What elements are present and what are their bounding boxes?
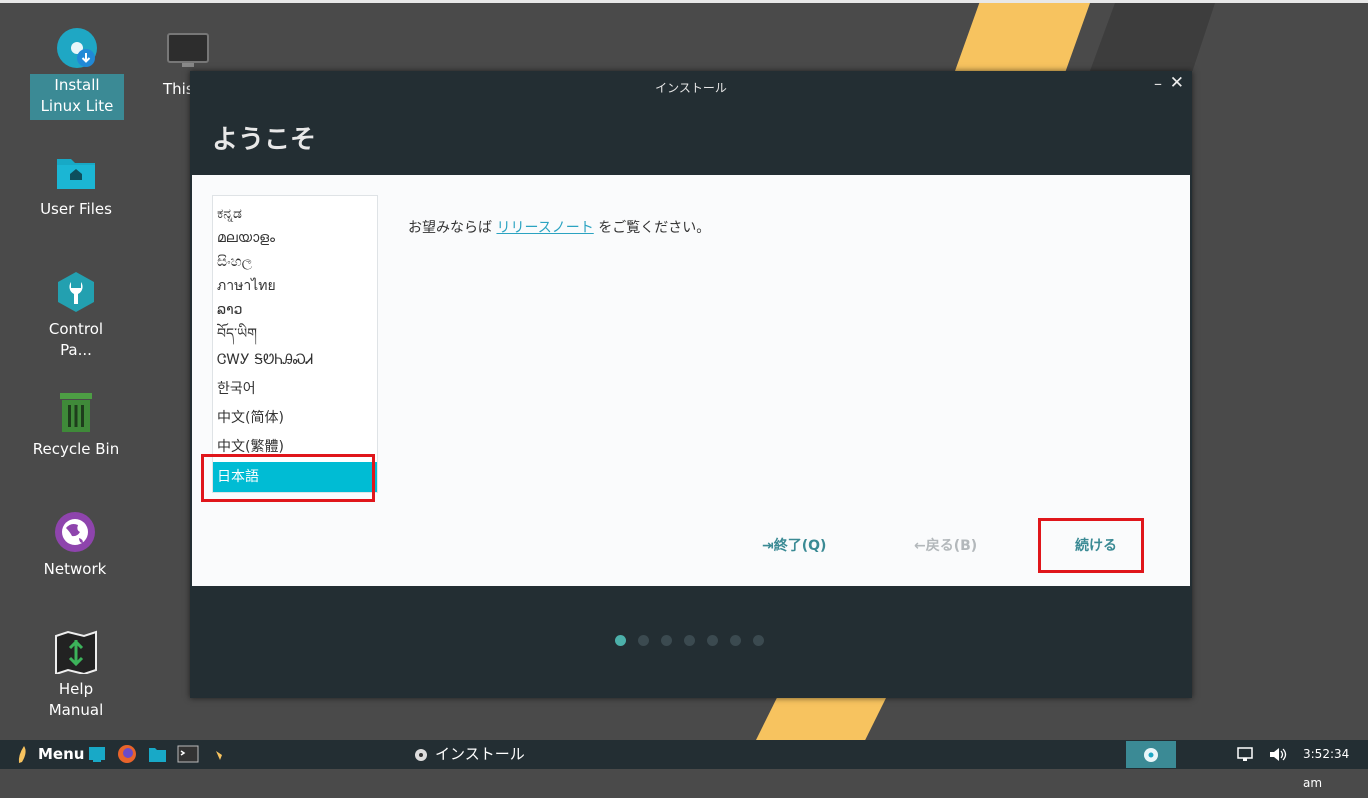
taskbar: Menu インストール 3:52:34 am	[0, 740, 1368, 790]
back-arrow-icon: ←	[914, 538, 926, 554]
monitor-icon	[167, 33, 209, 67]
quit-icon: ⇥	[762, 538, 774, 554]
notes-suffix: をご覧ください。	[598, 220, 711, 236]
desktop-icon-control-panel[interactable]: Control Pa...	[29, 270, 123, 364]
step-indicator	[615, 635, 764, 646]
notes-prefix: お望みならば	[408, 220, 492, 236]
clock: 3:52:34 am	[1303, 747, 1350, 790]
top-edge	[0, 0, 1368, 3]
home-folder-icon	[57, 159, 95, 189]
language-list[interactable]: ಕನ್ನಡ മലയാളം සිංහල ภาษาไทย ລາວ བོད་ཡིག Ꮳ…	[212, 195, 378, 493]
step-dot-active	[615, 635, 626, 646]
page-title: ようこそ	[212, 125, 317, 155]
terminal-icon[interactable]	[177, 745, 199, 763]
desktop-icon-label: Recycle Bin	[32, 440, 120, 458]
back-button[interactable]: ←戻る(B)	[914, 535, 977, 555]
language-item[interactable]: 한국어	[213, 375, 377, 404]
step-dot	[730, 635, 741, 646]
installer-tray-icon	[1144, 748, 1158, 762]
firefox-icon[interactable]	[117, 744, 137, 764]
volume-icon[interactable]	[1269, 747, 1287, 762]
language-item[interactable]: ภาษาไทย	[213, 274, 377, 298]
wallpaper-stripe	[955, 3, 1090, 71]
installer-task-icon	[415, 749, 427, 761]
taskbar-task-installer[interactable]: インストール	[435, 740, 525, 769]
language-item[interactable]: 中文(简体)	[213, 404, 377, 433]
help-map-icon	[55, 630, 97, 674]
highlight-box-continue	[1038, 518, 1144, 573]
file-manager-icon[interactable]	[148, 745, 167, 763]
desktop-icon-label: Install Linux Lite	[30, 74, 124, 120]
display-icon[interactable]	[1237, 747, 1253, 762]
desktop-icon-install[interactable]: Install Linux Lite	[30, 26, 124, 120]
desktop-icon-label: Control Pa...	[48, 320, 104, 359]
linux-lite-feather-icon[interactable]	[14, 745, 28, 764]
language-item[interactable]: ᏣᎳᎩ ᎦᏬᏂᎯᏍᏗ	[213, 346, 377, 375]
back-label: 戻る(B)	[925, 538, 978, 554]
step-dot	[638, 635, 649, 646]
desktop-icon-label: User Files	[40, 200, 112, 218]
trash-icon	[60, 393, 92, 432]
desktop-icon-label: Help Manual	[48, 680, 104, 719]
language-item[interactable]: සිංහල	[213, 250, 377, 274]
desktop-icon-help-manual[interactable]: Help Manual	[29, 630, 123, 724]
menu-button[interactable]: Menu	[38, 740, 84, 769]
tray-active-item[interactable]	[1126, 741, 1176, 768]
desktop-show-icon[interactable]	[88, 746, 106, 763]
updates-icon[interactable]	[214, 748, 228, 762]
close-button[interactable]: ✕	[1170, 73, 1184, 93]
content-pane: ಕನ್ನಡ മലയാളം සිංහල ภาษาไทย ລາວ བོད་ཡིག Ꮳ…	[192, 175, 1190, 586]
wallpaper-band	[1090, 3, 1215, 71]
minimize-button[interactable]: –	[1154, 74, 1162, 93]
wrench-gear-icon	[58, 272, 94, 312]
desktop-icon-label: Network	[43, 560, 107, 578]
desktop-icon-network[interactable]: Network	[28, 510, 122, 583]
quit-label: 終了(Q)	[773, 538, 827, 554]
quit-button[interactable]: ⇥終了(Q)	[762, 535, 826, 555]
release-notes-link[interactable]: リリースノート	[496, 220, 593, 236]
installer-window: インストール – ✕ ようこそ ಕನ್ನಡ മലയാളം සිංහල ภาษาไ…	[190, 71, 1192, 698]
highlight-box-language	[201, 454, 375, 502]
step-dot	[684, 635, 695, 646]
step-dot	[661, 635, 672, 646]
step-dot	[707, 635, 718, 646]
language-item[interactable]: മലയാളം	[213, 226, 377, 250]
wallpaper-stripe-bottom	[756, 698, 886, 740]
install-disc-icon	[57, 28, 97, 68]
language-item[interactable]: བོད་ཡིག	[213, 322, 377, 346]
language-item[interactable]: ಕನ್ನಡ	[213, 202, 377, 226]
desktop-icon-recycle-bin[interactable]: Recycle Bin	[29, 390, 123, 463]
release-notes-text: お望みならば リリースノート をご覧ください。	[408, 217, 710, 237]
globe-icon	[55, 512, 95, 552]
step-dot	[753, 635, 764, 646]
desktop-icon-user-files[interactable]: User Files	[29, 150, 123, 223]
language-item[interactable]: ລາວ	[213, 298, 377, 322]
window-title: インストール	[655, 81, 727, 95]
